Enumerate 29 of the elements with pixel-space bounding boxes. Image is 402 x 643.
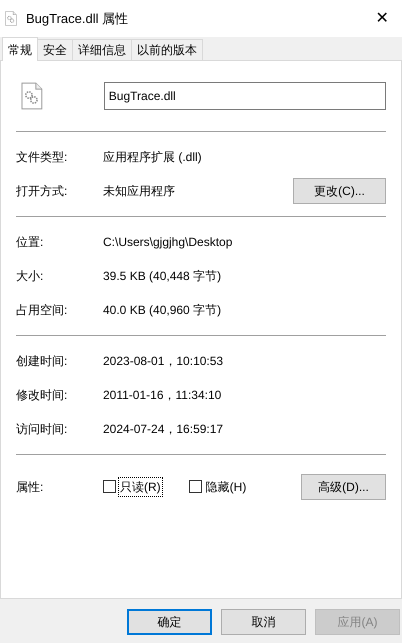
field-label: 位置: [16,234,44,251]
tab[interactable]: 常规 [2,37,38,61]
field-value: 未知应用程序 [103,183,176,200]
file-name-field[interactable]: BugTrace.dll [104,82,386,110]
field-value: 2024-07-24，16:59:17 [103,421,224,438]
window-title: BugTrace.dll 属性 [26,10,130,28]
field-label: 访问时间: [16,421,68,438]
close-button[interactable]: ✕ [367,4,397,34]
field-label: 文件类型: [16,149,68,166]
field-value: 40.0 KB (40,960 字节) [103,302,222,319]
field-value: C:\Users\gjgjhg\Desktop [103,234,234,251]
advanced-button[interactable]: 高级(D)... [301,474,386,500]
field-label: 属性: [16,478,44,496]
dialog-button[interactable]: 取消 [221,609,306,635]
dialog-button[interactable]: 确定 [127,609,212,635]
field-label: 占用空间: [16,302,68,319]
tab[interactable]: 以前的版本 [131,39,203,60]
field-value: 39.5 KB (40,448 字节) [103,268,222,285]
field-label: 修改时间: [16,387,68,404]
file-icon [5,11,17,26]
field-label: 大小: [16,268,44,285]
field-label: 打开方式: [16,183,68,200]
checkbox[interactable]: 隐藏(H) [188,476,248,496]
field-label: 创建时间: [16,353,68,370]
field-value: 2023-08-01，10:10:53 [103,353,224,370]
change-button[interactable]: 更改(C)... [293,178,386,204]
field-value: 应用程序扩展 (.dll) [103,149,203,166]
field-value: 2011-01-16，11:34:10 [103,387,222,404]
dll-file-icon [21,82,43,110]
